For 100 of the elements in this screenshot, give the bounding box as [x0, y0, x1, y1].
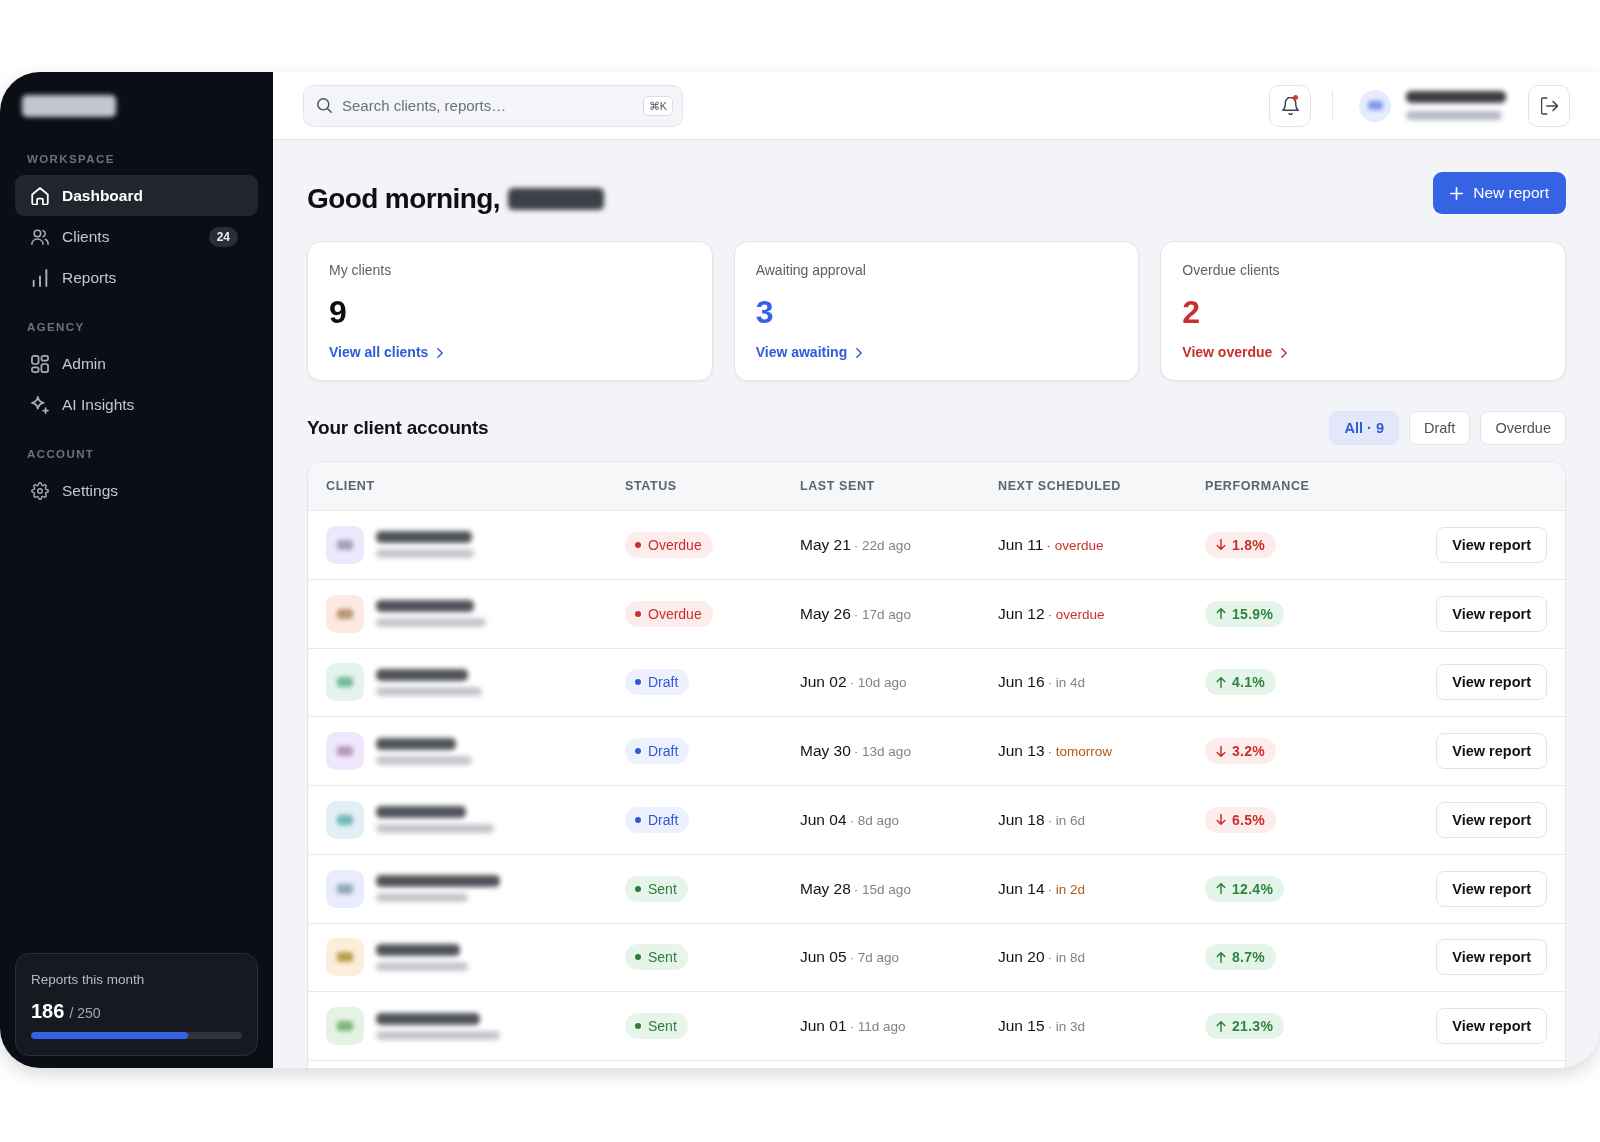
arrow-up-icon	[1216, 1020, 1226, 1032]
status-label: Draft	[648, 743, 679, 760]
status-label: Overdue	[648, 536, 702, 553]
nav-item[interactable]: Admin	[15, 343, 258, 384]
change-value: 15.9%	[1232, 605, 1274, 622]
schedule-note: · in 3d	[1047, 1019, 1086, 1035]
column-header: PERFORMANCE	[1205, 479, 1311, 493]
time-ago-text: · 15d ago	[853, 881, 911, 897]
stat-label: Overdue clients	[1182, 262, 1280, 279]
status-label: Draft	[648, 674, 679, 691]
arrow-down-icon	[1216, 745, 1226, 757]
change-value: 8.7%	[1232, 949, 1266, 966]
usage-total: / 250	[69, 1004, 101, 1023]
bar-chart-icon	[31, 268, 49, 287]
status-dot-icon	[635, 885, 641, 892]
logout-icon	[1540, 96, 1558, 115]
status-dot-icon	[635, 610, 641, 617]
date-text: Jun 11	[998, 535, 1044, 554]
arrow-up-icon	[1216, 608, 1226, 620]
home-icon	[31, 186, 49, 205]
date-text: Jun 14	[998, 879, 1045, 898]
status-dot-icon	[635, 748, 641, 755]
view-link[interactable]: View all clients	[329, 344, 444, 361]
arrow-up-icon	[1216, 883, 1226, 895]
view-link[interactable]: View awaiting	[755, 344, 863, 361]
stat-label: My clients	[329, 262, 392, 279]
new-report-button[interactable]: New report	[1433, 172, 1566, 214]
schedule-note: · in 6d	[1047, 812, 1086, 828]
date-text: Jun 18	[998, 810, 1045, 829]
time-ago-text: · 10d ago	[849, 675, 907, 691]
filter-tab[interactable]: All · 9	[1329, 411, 1399, 445]
change-value: 21.3%	[1232, 1018, 1274, 1035]
time-ago-text: · 17d ago	[853, 606, 911, 622]
nav-item[interactable]: Clients 24	[15, 216, 258, 257]
time-ago-text: · 11d ago	[849, 1019, 906, 1035]
stat-label: Awaiting approval	[755, 262, 866, 279]
change-value: 3.2%	[1232, 743, 1266, 760]
schedule-note: · overdue	[1046, 537, 1104, 553]
filter-tab[interactable]: Draft	[1408, 411, 1471, 445]
chevron-right-icon	[1281, 347, 1288, 358]
nav-item[interactable]: Reports	[15, 257, 258, 298]
column-header: NEXT SCHEDULED	[998, 479, 1122, 493]
status-label: Sent	[648, 949, 677, 966]
date-text: Jun 13	[998, 742, 1045, 761]
section-title: Your client accounts	[307, 417, 489, 439]
date-text: May 21	[800, 535, 851, 554]
notifications-button[interactable]	[1269, 84, 1311, 127]
view-report-button[interactable]: View report	[1436, 733, 1547, 770]
greeting-text: Good morning,	[307, 183, 500, 215]
nav-item[interactable]: AI Insights	[15, 384, 258, 425]
arrow-up-icon	[1216, 676, 1226, 688]
date-text: May 26	[800, 604, 851, 623]
usage-label: Reports this month	[31, 972, 146, 988]
view-report-button[interactable]: View report	[1436, 664, 1547, 701]
users-icon	[31, 227, 49, 246]
view-report-button[interactable]: View report	[1436, 939, 1547, 976]
sparkle-icon	[31, 395, 49, 414]
search-icon	[317, 98, 332, 113]
change-value: 1.8%	[1232, 536, 1266, 553]
view-link[interactable]: View overdue	[1182, 344, 1288, 361]
date-text: Jun 02	[800, 673, 847, 692]
status-label: Draft	[648, 811, 679, 828]
time-ago-text: · 22d ago	[853, 537, 911, 553]
column-header: LAST SENT	[800, 479, 876, 493]
schedule-note: · in 8d	[1047, 950, 1086, 966]
count-badge: 24	[208, 226, 238, 247]
change-value: 12.4%	[1232, 880, 1274, 897]
date-text: Jun 16	[998, 673, 1045, 692]
view-report-button[interactable]: View report	[1436, 595, 1547, 632]
status-dot-icon	[635, 1023, 641, 1030]
date-text: Jun 04	[800, 810, 847, 829]
view-report-button[interactable]: View report	[1436, 801, 1547, 838]
date-text: Jun 01	[800, 1017, 847, 1036]
time-ago-text: · 8d ago	[849, 812, 900, 828]
time-ago-text: · 13d ago	[853, 744, 911, 760]
schedule-note: · tomorrow	[1047, 744, 1113, 760]
section-heading: ACCOUNT	[26, 447, 96, 461]
stat-value: 9	[329, 294, 347, 330]
status-label: Overdue	[648, 605, 702, 622]
layout-grid-icon	[31, 354, 49, 373]
view-report-button[interactable]: View report	[1436, 1008, 1547, 1045]
date-text: Jun 05	[800, 948, 847, 967]
filter-tab[interactable]: Overdue	[1480, 411, 1566, 445]
view-report-button[interactable]: View report	[1436, 526, 1547, 563]
nav-item[interactable]: Settings	[15, 470, 258, 511]
schedule-note: · in 4d	[1047, 675, 1086, 691]
arrow-down-icon	[1216, 814, 1226, 826]
status-label: Sent	[648, 1018, 677, 1035]
arrow-up-icon	[1216, 951, 1226, 963]
stat-value: 2	[1182, 294, 1201, 330]
nav-item[interactable]: Dashboard	[15, 175, 258, 216]
section-heading: AGENCY	[26, 320, 86, 334]
date-text: May 28	[800, 879, 851, 898]
column-header: STATUS	[625, 479, 678, 493]
date-text: Jun 12	[998, 604, 1045, 623]
view-report-button[interactable]: View report	[1436, 870, 1547, 907]
bell-icon	[1281, 96, 1299, 115]
date-text: May 30	[800, 742, 851, 761]
change-value: 6.5%	[1232, 811, 1266, 828]
logout-button[interactable]	[1528, 84, 1570, 127]
